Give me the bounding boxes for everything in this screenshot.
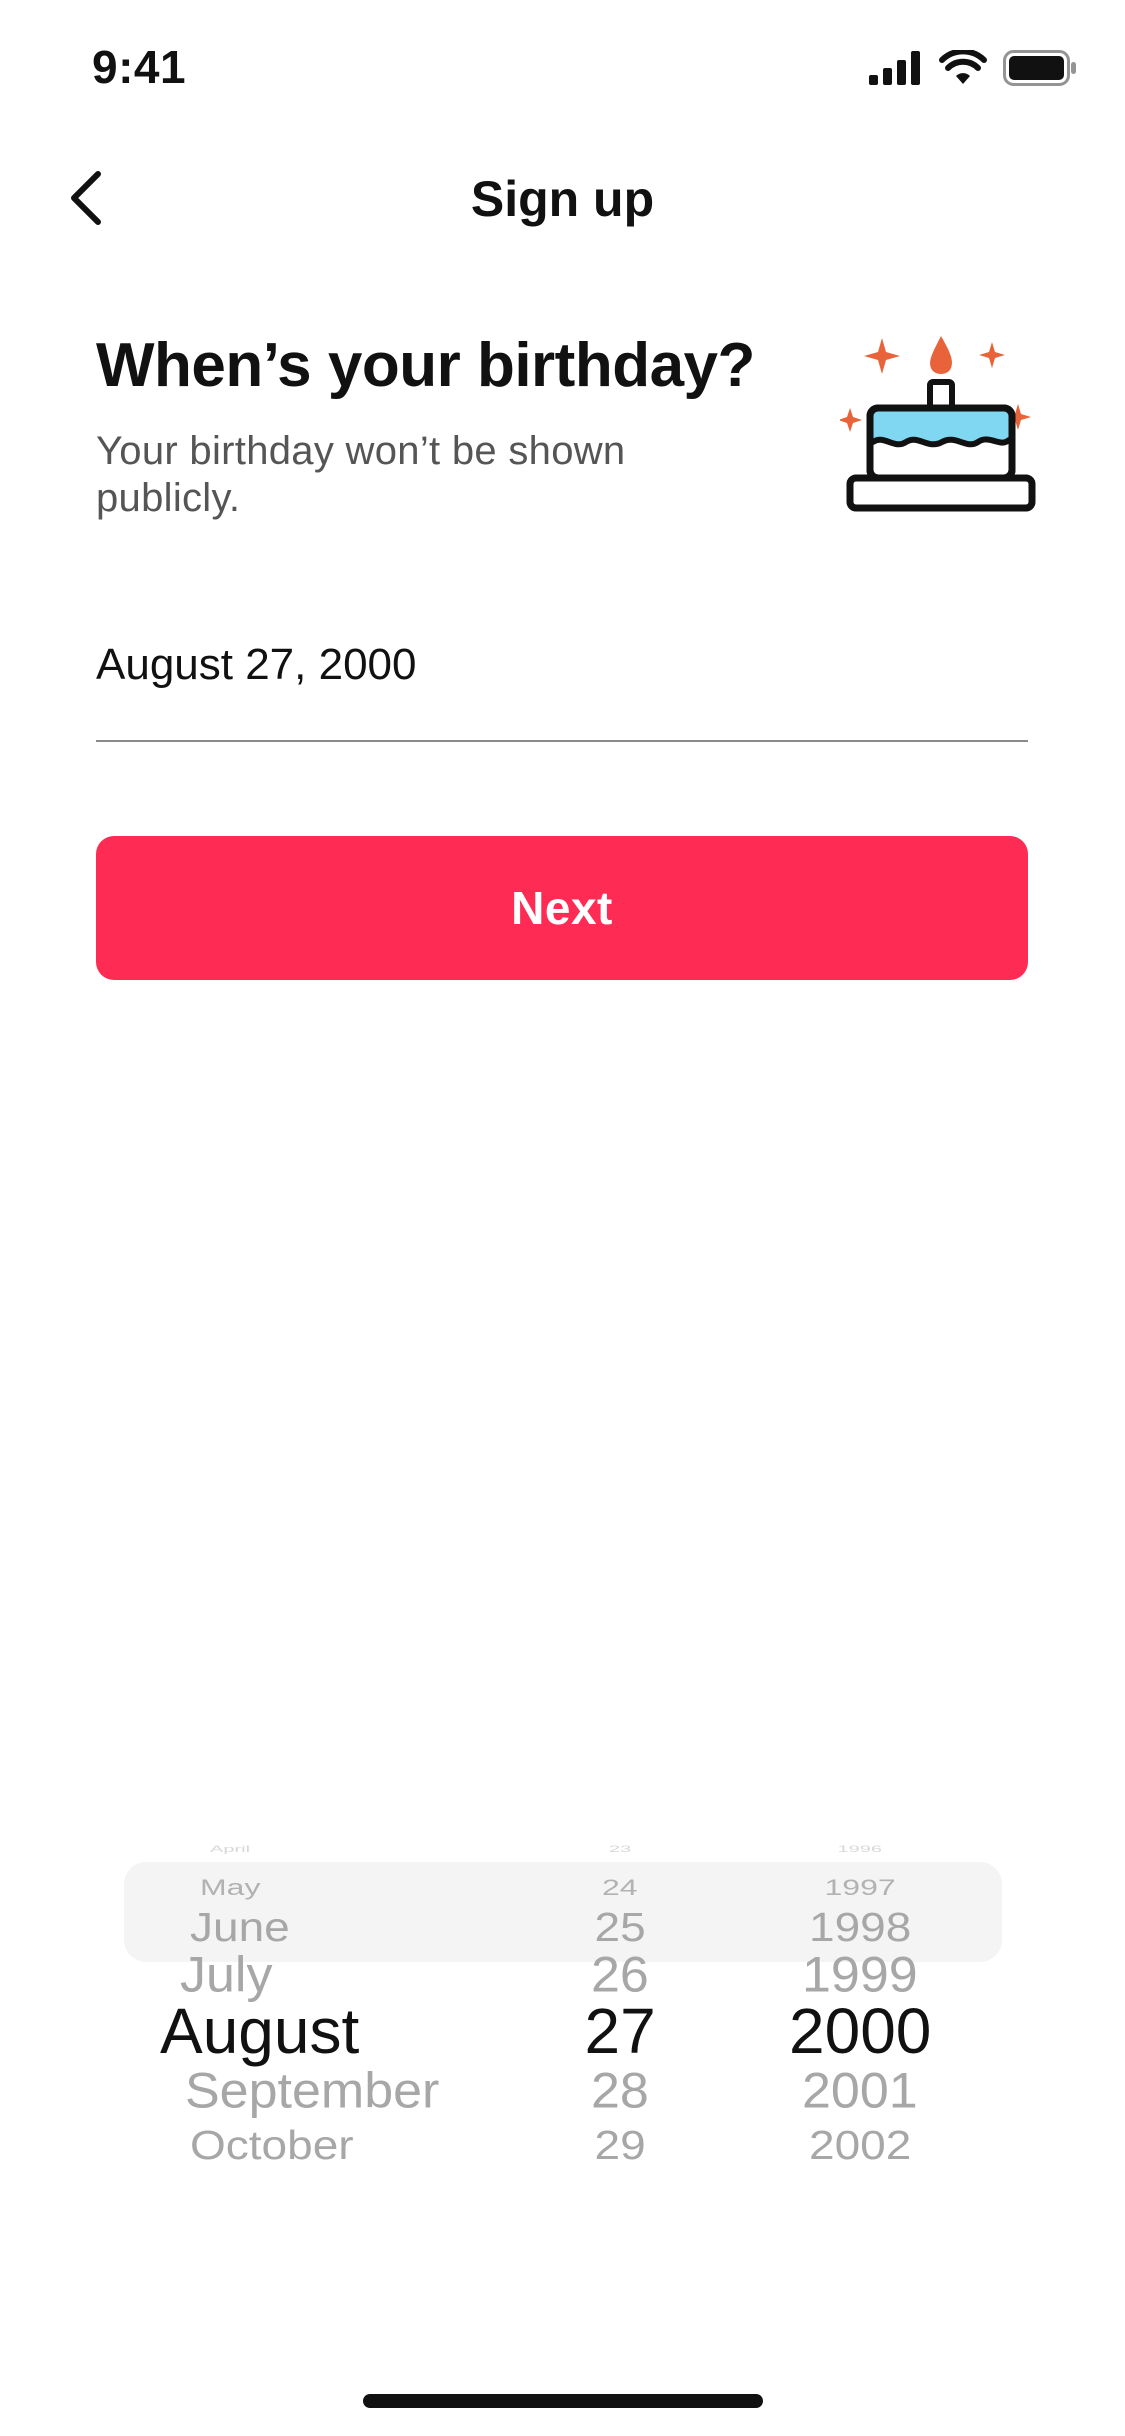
month-option[interactable]: August xyxy=(160,1994,359,2068)
cellular-signal-icon xyxy=(869,51,920,85)
month-option[interactable]: May xyxy=(200,1874,260,1900)
next-button-label: Next xyxy=(511,882,613,934)
year-option[interactable]: 2000 xyxy=(789,1994,931,2068)
status-icons xyxy=(869,50,1077,86)
status-time: 9:41 xyxy=(92,41,187,93)
year-option[interactable]: 2002 xyxy=(809,2122,911,2170)
status-bar: 9:41 xyxy=(0,0,1125,140)
day-option[interactable]: 25 xyxy=(595,1904,646,1952)
month-option[interactable]: September xyxy=(185,2062,439,2120)
home-indicator xyxy=(363,2394,763,2408)
day-option[interactable]: 27 xyxy=(585,1994,656,2068)
birthday-field-value: August 27, 2000 xyxy=(96,640,417,689)
birthday-field[interactable]: August 27, 2000 xyxy=(96,630,1028,742)
next-button[interactable]: Next xyxy=(96,836,1028,980)
birthday-heading: When’s your birthday? xyxy=(96,331,755,400)
wifi-icon xyxy=(939,50,987,84)
month-option[interactable]: October xyxy=(190,2122,354,2170)
day-option[interactable]: 28 xyxy=(591,2062,649,2120)
year-option[interactable]: 1998 xyxy=(809,1904,911,1952)
date-picker[interactable]: AprilMayJuneJulyAugustSeptemberOctoberNo… xyxy=(0,1640,1125,2180)
day-option[interactable]: 29 xyxy=(595,2122,646,2170)
month-option[interactable]: June xyxy=(190,1904,290,1952)
battery-icon xyxy=(1003,50,1076,86)
month-option[interactable]: April xyxy=(210,1844,250,1854)
year-option[interactable]: 1997 xyxy=(825,1874,896,1900)
birthday-cake-icon xyxy=(840,336,1036,512)
year-option[interactable]: 2001 xyxy=(802,2062,918,2120)
day-option[interactable]: 24 xyxy=(602,1874,638,1900)
birthday-subheading: Your birthday won’t be shown publicly. xyxy=(96,429,626,520)
day-option[interactable]: 23 xyxy=(609,1844,631,1854)
year-option[interactable]: 1996 xyxy=(838,1844,883,1854)
page-title: Sign up xyxy=(470,171,655,227)
nav-bar: Sign up xyxy=(0,140,1125,258)
